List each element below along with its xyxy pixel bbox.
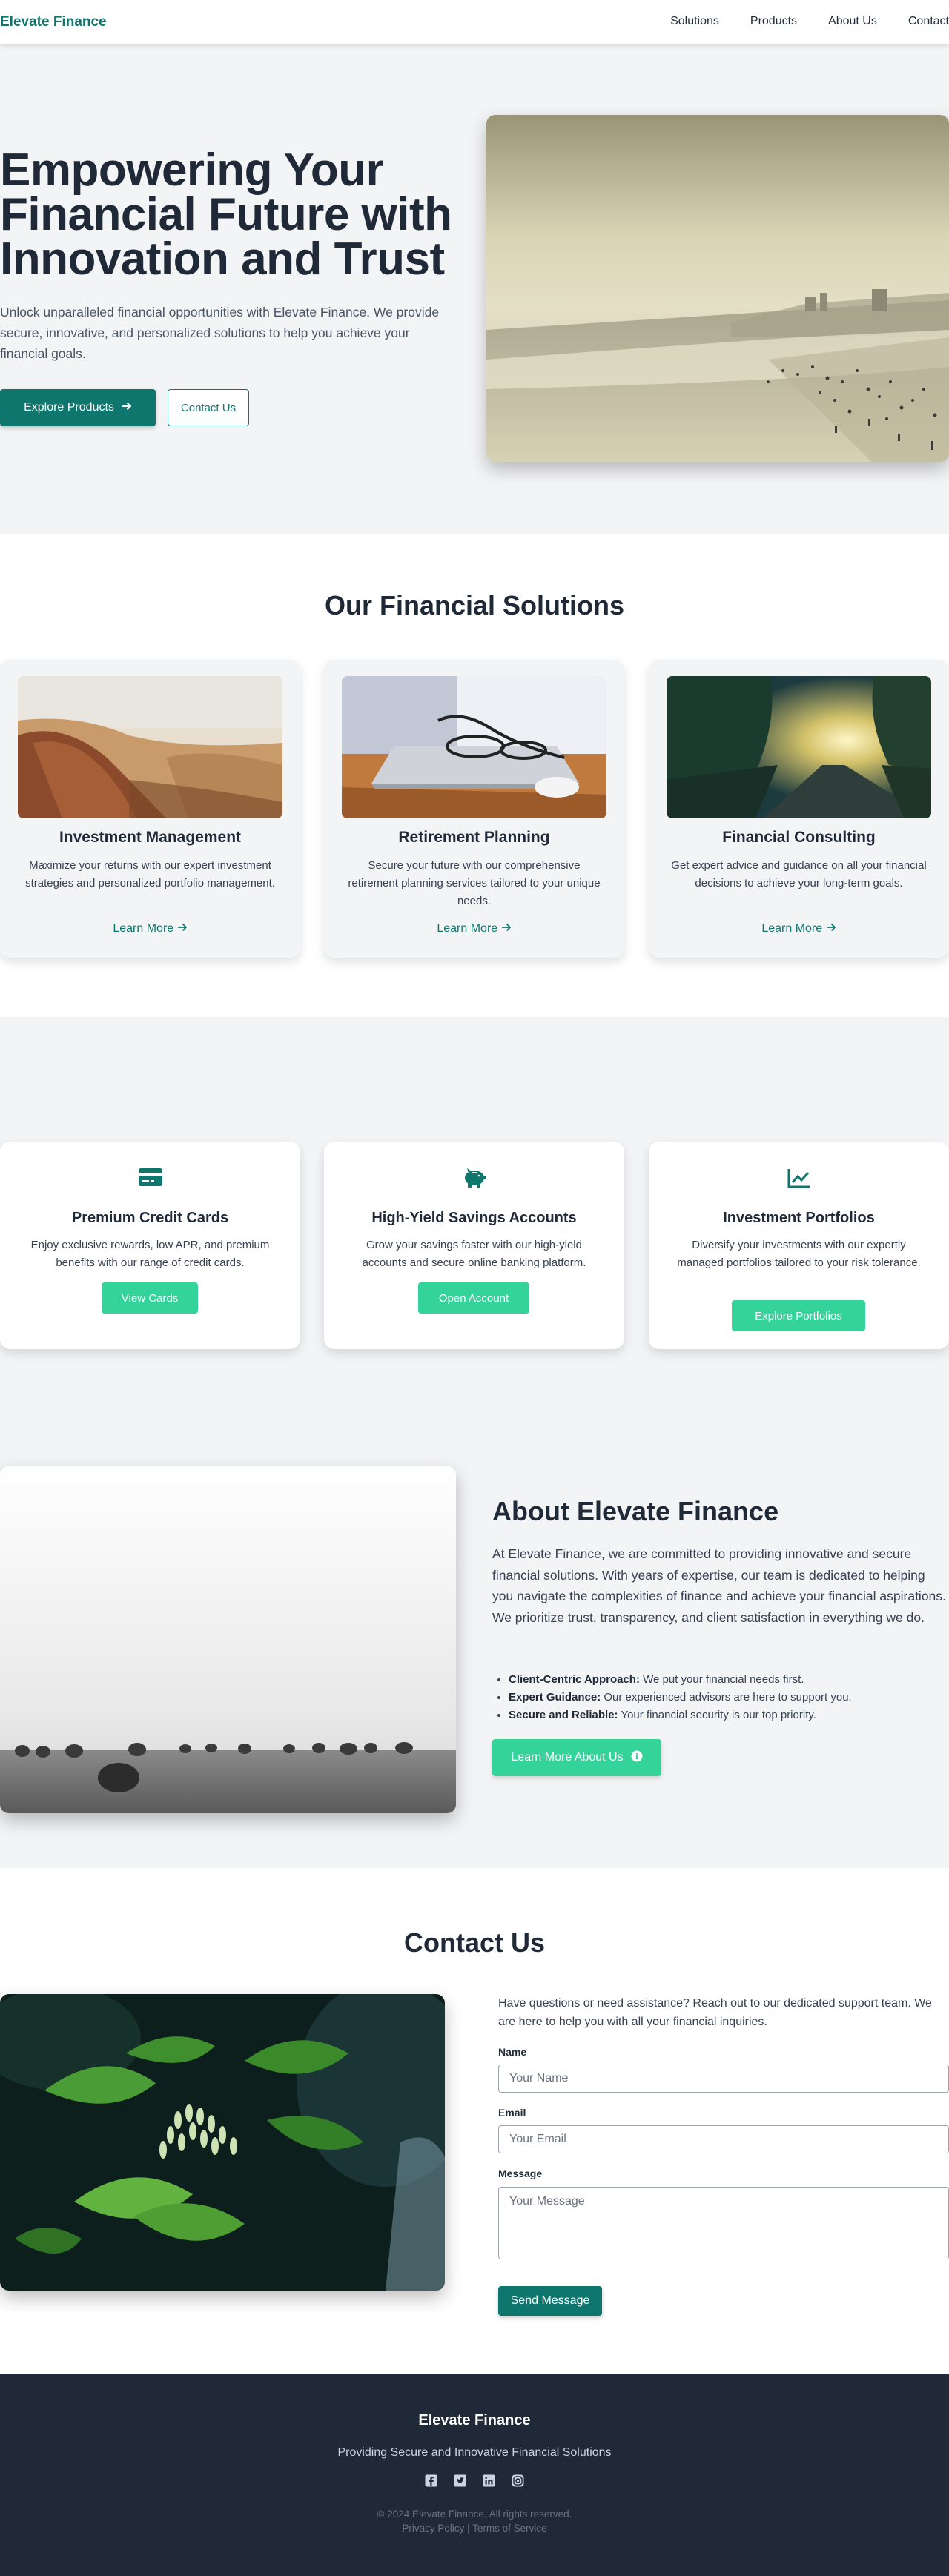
solution-text: Maximize your returns with our expert in… xyxy=(25,859,275,890)
contact-intro: Have questions or need assistance? Reach… xyxy=(498,1997,932,2028)
hero-subtitle: Unlock unparalleled financial opportunit… xyxy=(0,305,440,361)
investment-image xyxy=(18,676,282,818)
linkedin-icon[interactable] xyxy=(483,2474,495,2487)
about-points: Client-Centric Approach: We put your fin… xyxy=(492,1671,949,1724)
arrow-right-icon xyxy=(122,401,132,415)
products-section: Premium Credit Cards Enjoy exclusive rew… xyxy=(0,1017,949,1462)
nav-link-solutions[interactable]: Solutions xyxy=(670,15,719,28)
twitter-icon[interactable] xyxy=(454,2474,466,2487)
learn-more-about-label: Learn More About Us xyxy=(511,1751,624,1764)
send-message-button[interactable]: Send Message xyxy=(498,2286,602,2316)
point-label: Client-Centric Approach: xyxy=(509,1673,640,1686)
learn-more-link[interactable]: Learn More xyxy=(0,922,300,936)
info-circle-icon xyxy=(631,1750,643,1766)
footer-copyright: © 2024 Elevate Finance. All rights reser… xyxy=(377,2509,572,2520)
about-title: About Elevate Finance xyxy=(492,1496,779,1526)
view-cards-button[interactable]: View Cards xyxy=(102,1282,198,1314)
solutions-title: Our Financial Solutions xyxy=(324,590,625,620)
nav-link-about[interactable]: About Us xyxy=(828,15,877,28)
product-text: Enjoy exclusive rewards, low APR, and pr… xyxy=(30,1239,270,1269)
solution-card-investment: Investment Management Maximize your retu… xyxy=(0,660,300,958)
top-navbar: Elevate Finance Solutions Products About… xyxy=(0,0,949,44)
learn-more-label: Learn More xyxy=(437,922,498,935)
footer-legal-links: Privacy Policy | Terms of Service xyxy=(0,2523,949,2534)
footer-separator: | xyxy=(464,2523,473,2534)
product-text: Diversify your investments with our expe… xyxy=(677,1239,921,1269)
solutions-section: Our Financial Solutions Investment Manag… xyxy=(0,534,949,1017)
arrow-right-icon xyxy=(826,922,836,935)
solution-card-retirement: Retirement Planning Secure your future w… xyxy=(324,660,624,958)
about-section: About Elevate Finance At Elevate Finance… xyxy=(0,1462,949,1868)
about-point: Client-Centric Approach: We put your fin… xyxy=(509,1671,949,1689)
footer: Elevate Finance Providing Secure and Inn… xyxy=(0,2374,949,2576)
retirement-image xyxy=(342,676,606,818)
about-text: At Elevate Finance, we are committed to … xyxy=(492,1546,946,1625)
explore-products-button[interactable]: Explore Products xyxy=(0,389,156,426)
hero-section: Empowering Your Financial Future with In… xyxy=(0,44,949,534)
point-label: Expert Guidance: xyxy=(509,1691,601,1703)
nav-link-products[interactable]: Products xyxy=(750,15,797,28)
point-label: Secure and Reliable: xyxy=(509,1709,618,1721)
about-hayfield-image xyxy=(0,1466,456,1813)
point-text: We put your financial needs first. xyxy=(639,1673,804,1686)
learn-more-label: Learn More xyxy=(761,922,823,935)
learn-more-about-us-button[interactable]: Learn More About Us xyxy=(492,1739,661,1776)
product-title: Investment Portfolios xyxy=(723,1210,875,1226)
solution-text: Secure your future with our comprehensiv… xyxy=(348,859,601,907)
facebook-icon[interactable] xyxy=(425,2474,437,2487)
message-label: Message xyxy=(498,2168,543,2179)
consulting-image xyxy=(667,676,931,818)
instagram-icon[interactable] xyxy=(512,2474,524,2487)
learn-more-link[interactable]: Learn More xyxy=(649,922,949,936)
product-card-portfolios: Investment Portfolios Diversify your inv… xyxy=(649,1142,949,1349)
arrow-right-icon xyxy=(177,922,188,935)
arrow-right-icon xyxy=(501,922,512,935)
about-point: Expert Guidance: Our experienced advisor… xyxy=(509,1689,949,1706)
privacy-policy-link[interactable]: Privacy Policy xyxy=(402,2523,464,2534)
contact-title: Contact Us xyxy=(403,1927,546,1958)
footer-brand: Elevate Finance xyxy=(418,2412,531,2428)
footer-tagline: Providing Secure and Innovative Financia… xyxy=(337,2446,612,2459)
hero-title: Empowering Your Financial Future with In… xyxy=(0,145,452,285)
explore-products-label: Explore Products xyxy=(24,401,114,414)
product-card-credit-cards: Premium Credit Cards Enjoy exclusive rew… xyxy=(0,1142,300,1349)
chart-line-icon xyxy=(649,1167,949,1193)
terms-of-service-link[interactable]: Terms of Service xyxy=(472,2523,547,2534)
message-textarea[interactable]: Your Message xyxy=(498,2187,949,2259)
contact-us-button[interactable]: Contact Us xyxy=(168,389,249,426)
nav-link-contact[interactable]: Contact xyxy=(908,15,949,28)
product-title: High-Yield Savings Accounts xyxy=(371,1210,577,1226)
product-card-savings: High-Yield Savings Accounts Grow your sa… xyxy=(324,1142,624,1349)
email-input[interactable]: Your Email xyxy=(498,2125,949,2153)
solution-card-consulting: Financial Consulting Get expert advice a… xyxy=(649,660,949,958)
credit-card-icon xyxy=(0,1167,300,1191)
contact-plant-image xyxy=(0,1994,445,2291)
piggy-bank-icon xyxy=(324,1167,624,1193)
explore-portfolios-button[interactable]: Explore Portfolios xyxy=(732,1300,865,1331)
social-links xyxy=(0,2474,949,2487)
point-text: Our experienced advisors are here to sup… xyxy=(601,1691,852,1703)
solution-title: Retirement Planning xyxy=(398,829,550,846)
learn-more-link[interactable]: Learn More xyxy=(324,922,624,936)
email-label: Email xyxy=(498,2107,526,2119)
product-title: Premium Credit Cards xyxy=(71,1210,229,1226)
solution-title: Investment Management xyxy=(59,829,242,846)
brand-logo[interactable]: Elevate Finance xyxy=(0,14,107,30)
contact-section: Contact Us Have questions or need assist… xyxy=(0,1868,949,2374)
nav-links: Solutions Products About Us Contact xyxy=(639,15,949,28)
learn-more-label: Learn More xyxy=(113,922,174,935)
solution-text: Get expert advice and guidance on all yo… xyxy=(671,859,927,890)
name-label: Name xyxy=(498,2046,527,2058)
hero-beach-image xyxy=(486,115,949,462)
name-input[interactable]: Your Name xyxy=(498,2065,949,2093)
product-text: Grow your savings faster with our high-y… xyxy=(362,1239,586,1269)
solution-title: Financial Consulting xyxy=(722,829,876,846)
open-account-button[interactable]: Open Account xyxy=(418,1282,529,1314)
about-point: Secure and Reliable: Your financial secu… xyxy=(509,1706,949,1724)
point-text: Your financial security is our top prior… xyxy=(618,1709,816,1721)
